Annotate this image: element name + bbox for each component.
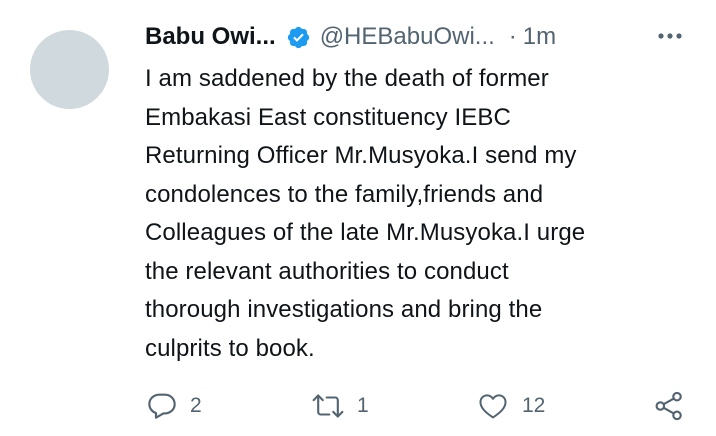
retweet-button[interactable]: 1 xyxy=(311,384,369,428)
tweet-text-line: culprits to book. xyxy=(145,334,315,362)
reply-count: 2 xyxy=(190,394,202,417)
retweet-count: 1 xyxy=(357,394,369,417)
action-bar: 2 1 12 xyxy=(0,384,716,428)
reply-button[interactable]: 2 xyxy=(146,384,202,428)
share-icon xyxy=(652,390,686,422)
like-button[interactable]: 12 xyxy=(476,384,545,428)
tweet-header: Babu Owi... @HEBabuOwi... · 1m xyxy=(145,20,690,54)
heart-icon xyxy=(476,390,510,422)
like-count: 12 xyxy=(522,394,546,417)
tweet-text-line: condolences to the family,friends and xyxy=(145,180,544,208)
tweet-text: I am saddened by the death of former Emb… xyxy=(145,60,690,368)
separator-dot: · xyxy=(508,23,517,50)
tweet-text-line: Embakasi East constituency IEBC xyxy=(145,103,511,131)
tweet-card[interactable]: Babu Owi... @HEBabuOwi... · 1m I am sadd… xyxy=(0,0,716,436)
tweet-text-line: Colleagues of the late Mr.Musyoka.I urge xyxy=(145,219,586,246)
verified-badge-icon xyxy=(286,25,311,50)
reply-icon xyxy=(146,390,178,422)
more-dots-icon[interactable] xyxy=(656,25,684,45)
avatar[interactable] xyxy=(30,30,109,109)
share-button[interactable] xyxy=(652,384,686,428)
tweet-text-line: thorough investigations and bring the xyxy=(145,296,543,323)
tweet-text-line: the relevant authorities to conduct xyxy=(145,257,509,285)
tweet-timestamp[interactable]: 1m xyxy=(523,23,556,51)
tweet-text-line: I am saddened by the death of former xyxy=(145,65,549,92)
tweet-text-line: Returning Officer Mr.Musyoka.I send my xyxy=(145,142,577,169)
author-name[interactable]: Babu Owi... xyxy=(145,23,276,51)
author-handle[interactable]: @HEBabuOwi... xyxy=(320,23,495,51)
retweet-icon xyxy=(311,390,345,422)
